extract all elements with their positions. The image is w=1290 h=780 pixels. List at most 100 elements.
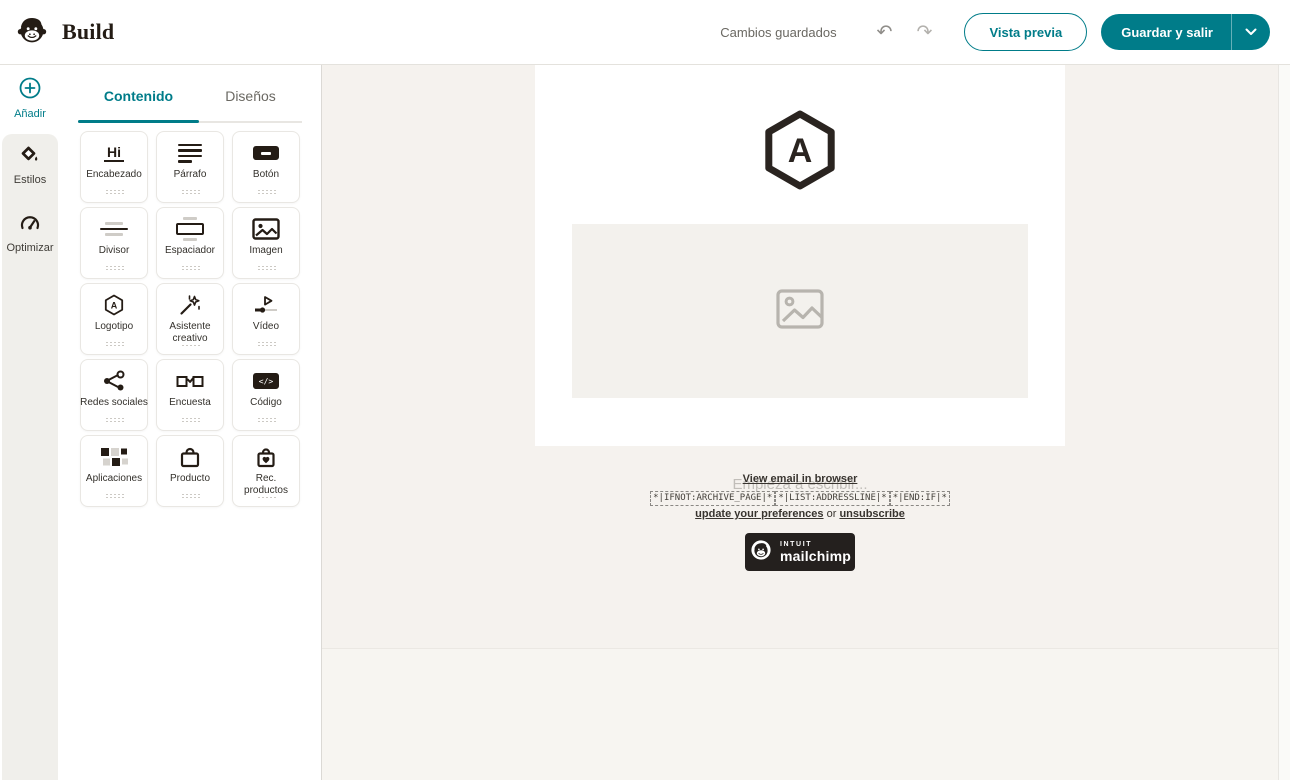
block-label: Divisor [99, 245, 130, 257]
tab-content[interactable]: Contenido [78, 88, 199, 104]
block-label: Asistente creativo [164, 321, 216, 344]
block-card-paragraph[interactable]: Párrafo [156, 131, 224, 203]
block-label: Encabezado [86, 169, 142, 181]
mailchimp-logo-icon[interactable] [15, 13, 49, 52]
autosave-status: Cambios guardados [720, 25, 836, 40]
product-bag-icon [178, 445, 202, 469]
svg-text:A: A [111, 301, 118, 311]
scrollbar-gutter[interactable] [1278, 64, 1290, 780]
view-in-browser-link[interactable]: View email in browser [743, 473, 858, 485]
block-card-social[interactable]: Redes sociales [80, 359, 148, 431]
sidebar-item-styles[interactable]: Estilos [0, 144, 60, 186]
drag-handle-icon[interactable] [257, 496, 276, 499]
page-title: Build [62, 19, 114, 45]
tab-label: Contenido [104, 88, 173, 104]
product-rec-icon [254, 445, 278, 469]
block-card-creative-assistant[interactable]: Asistente creativo [156, 283, 224, 355]
block-card-heading[interactable]: Hi Encabezado [80, 131, 148, 203]
paragraph-icon [178, 141, 202, 165]
block-card-apps[interactable]: Aplicaciones [80, 435, 148, 507]
block-card-spacer[interactable]: Espaciador [156, 207, 224, 279]
preview-button-label: Vista previa [989, 25, 1062, 40]
block-label: Párrafo [174, 169, 207, 181]
logo-hexagon-icon: A [103, 293, 125, 317]
drag-handle-icon[interactable] [257, 189, 276, 195]
badge-intuit-label: INTUIT [780, 541, 851, 548]
email-builder-app: Build Cambios guardados ↶ ↷ Vista previa… [0, 0, 1290, 780]
chevron-down-icon [1245, 23, 1257, 41]
sidebar-item-add[interactable]: Añadir [0, 76, 60, 120]
content-blocks-grid: Hi Encabezado Párrafo Botón [80, 131, 300, 507]
undo-icon[interactable]: ↶ [877, 23, 893, 42]
merge-tags-row[interactable]: *|IFNOT:ARCHIVE_PAGE|**|LIST:ADDRESSLINE… [322, 487, 1278, 506]
drag-handle-icon[interactable] [181, 493, 200, 499]
block-card-button[interactable]: Botón [232, 131, 300, 203]
block-label: Imagen [249, 245, 282, 257]
block-card-survey[interactable]: Encuesta [156, 359, 224, 431]
share-icon [102, 369, 126, 393]
drag-handle-icon[interactable] [105, 493, 124, 499]
drag-handle-icon[interactable] [105, 189, 124, 195]
drag-handle-icon[interactable] [257, 417, 276, 423]
sidebar-item-label: Estilos [0, 174, 60, 186]
drag-handle-icon[interactable] [181, 265, 200, 271]
mailchimp-referral-badge[interactable]: INTUIT mailchimp [745, 533, 855, 571]
block-label: Redes sociales [80, 397, 148, 409]
survey-icon [176, 369, 204, 393]
block-card-product[interactable]: Producto [156, 435, 224, 507]
image-placeholder-icon [776, 289, 824, 334]
save-and-exit-split-button: Guardar y salir [1101, 14, 1270, 50]
code-icon: </> [253, 369, 279, 393]
save-and-exit-button[interactable]: Guardar y salir [1101, 14, 1231, 50]
email-canvas: A Empieza a escribir... View email in br… [322, 64, 1278, 780]
unsubscribe-link[interactable]: unsubscribe [839, 508, 904, 520]
drag-handle-icon[interactable] [105, 265, 124, 271]
block-card-image[interactable]: Imagen [232, 207, 300, 279]
content-panel: Contenido Diseños Hi Encabezado Párrafo [60, 64, 322, 780]
plus-circle-icon [18, 87, 42, 104]
magic-wand-icon [178, 293, 202, 317]
update-preferences-link[interactable]: update your preferences [695, 508, 823, 520]
image-block-placeholder[interactable] [572, 224, 1028, 398]
block-card-divider[interactable]: Divisor [80, 207, 148, 279]
tab-layouts[interactable]: Diseños [199, 88, 302, 104]
block-card-logo[interactable]: A Logotipo [80, 283, 148, 355]
canvas-lower-area [322, 648, 1278, 780]
sidebar-item-label: Añadir [0, 108, 60, 120]
block-label: Aplicaciones [86, 473, 142, 485]
logo-block[interactable]: A [535, 108, 1065, 192]
or-text: or [824, 508, 840, 520]
button-icon [253, 141, 279, 165]
drag-handle-icon[interactable] [105, 417, 124, 423]
merge-tag: *|LIST:ADDRESSLINE|* [775, 491, 889, 506]
block-label: Logotipo [95, 321, 133, 333]
block-card-product-recommendations[interactable]: Rec. productos [232, 435, 300, 507]
drag-handle-icon[interactable] [181, 417, 200, 423]
heading-icon: Hi [104, 141, 124, 165]
block-card-video[interactable]: Vídeo [232, 283, 300, 355]
badge-mailchimp-label: mailchimp [780, 549, 851, 563]
drag-handle-icon[interactable] [105, 341, 124, 347]
header-actions: Cambios guardados ↶ ↷ Vista previa Guard… [720, 0, 1270, 64]
block-label: Espaciador [165, 245, 215, 257]
brand-hexagon-icon: A [759, 108, 841, 192]
merge-tag: *|IFNOT:ARCHIVE_PAGE|* [650, 491, 775, 506]
drag-handle-icon[interactable] [257, 265, 276, 271]
block-card-code[interactable]: </> Código [232, 359, 300, 431]
badge-wordmark: INTUIT mailchimp [780, 541, 851, 563]
save-button-label: Guardar y salir [1121, 25, 1213, 40]
preview-button[interactable]: Vista previa [964, 13, 1087, 51]
block-label: Encuesta [169, 397, 211, 409]
email-footer-view-row: View email in browser [322, 469, 1278, 487]
redo-icon[interactable]: ↷ [917, 23, 933, 42]
video-icon [253, 293, 279, 317]
drag-handle-icon[interactable] [181, 344, 200, 347]
save-options-dropdown[interactable] [1232, 14, 1270, 50]
drag-handle-icon[interactable] [181, 189, 200, 195]
block-label: Código [250, 397, 282, 409]
drag-handle-icon[interactable] [257, 341, 276, 347]
block-label: Producto [170, 473, 210, 485]
email-body[interactable]: A Empieza a escribir... [535, 64, 1065, 446]
block-label: Botón [253, 169, 279, 181]
sidebar-item-optimize[interactable]: Optimizar [0, 212, 60, 254]
